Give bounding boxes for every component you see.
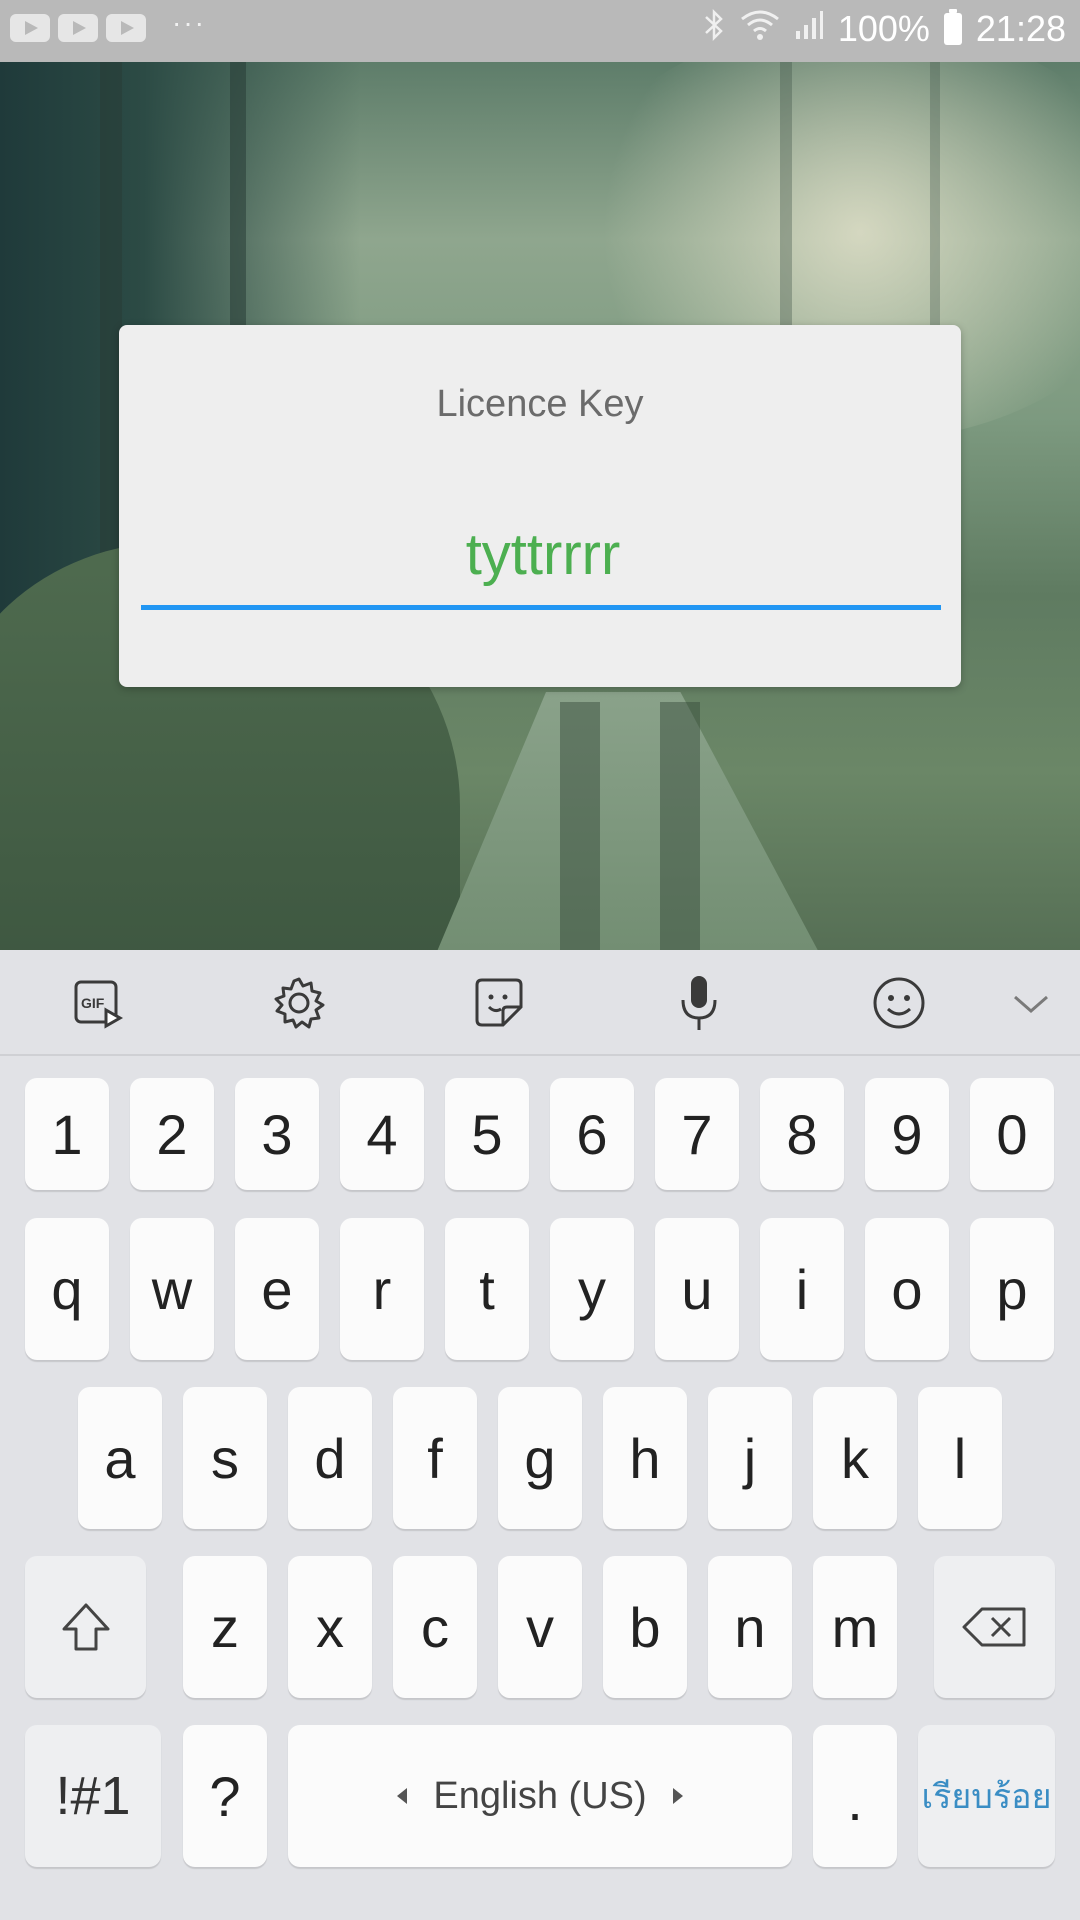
key-b[interactable]: b (603, 1556, 687, 1698)
shift-key[interactable] (25, 1556, 146, 1698)
key-l[interactable]: l (918, 1387, 1002, 1529)
key-v[interactable]: v (498, 1556, 582, 1698)
key-n[interactable]: n (708, 1556, 792, 1698)
language-next-icon (672, 1788, 683, 1804)
key-r[interactable]: r (340, 1218, 424, 1360)
clock: 21:28 (975, 8, 1066, 49)
road-track (660, 702, 700, 950)
key-q[interactable]: q (25, 1218, 109, 1360)
key-u[interactable]: u (655, 1218, 739, 1360)
period-label: . (847, 1769, 863, 1832)
question-mark-key[interactable]: ? (183, 1725, 267, 1867)
key-a[interactable]: a (78, 1387, 162, 1529)
key-o[interactable]: o (865, 1218, 949, 1360)
youtube-notification-icon (58, 14, 98, 42)
bluetooth-icon (702, 8, 726, 50)
space-key[interactable]: English (US) (288, 1725, 792, 1867)
shift-arrow-icon (62, 1603, 109, 1651)
key-k[interactable]: k (813, 1387, 897, 1529)
key-2[interactable]: 2 (130, 1078, 214, 1190)
key-s[interactable]: s (183, 1387, 267, 1529)
key-m[interactable]: m (813, 1556, 897, 1698)
key-i[interactable]: i (760, 1218, 844, 1360)
battery-icon (943, 9, 962, 45)
key-x[interactable]: x (288, 1556, 372, 1698)
key-j[interactable]: j (708, 1387, 792, 1529)
key-h[interactable]: h (603, 1387, 687, 1529)
key-e[interactable]: e (235, 1218, 319, 1360)
backspace-icon (962, 1607, 1025, 1647)
key-z[interactable]: z (183, 1556, 267, 1698)
chevron-down-icon[interactable] (1002, 974, 1060, 1032)
licence-key-field[interactable] (141, 520, 945, 610)
key-g[interactable]: g (498, 1387, 582, 1529)
key-p[interactable]: p (970, 1218, 1054, 1360)
keyboard-toolbar: GIF (0, 950, 1080, 1056)
road-track (560, 702, 600, 950)
signal-icon (794, 9, 824, 49)
key-d[interactable]: d (288, 1387, 372, 1529)
key-y[interactable]: y (550, 1218, 634, 1360)
battery-percent: 100% (837, 8, 930, 49)
settings-gear-icon[interactable] (270, 974, 328, 1032)
done-key[interactable]: เรียบร้อย (918, 1725, 1055, 1867)
soft-keyboard: GIF 1 2 3 4 5 6 7 8 9 0 q w e r t y u i … (0, 950, 1080, 1920)
key-t[interactable]: t (445, 1218, 529, 1360)
key-5[interactable]: 5 (445, 1078, 529, 1190)
key-3[interactable]: 3 (235, 1078, 319, 1190)
key-8[interactable]: 8 (760, 1078, 844, 1190)
key-1[interactable]: 1 (25, 1078, 109, 1190)
more-notifications-icon: ··· (172, 7, 206, 38)
youtube-notification-icon (10, 14, 50, 42)
emoji-icon[interactable] (870, 974, 928, 1032)
key-9[interactable]: 9 (865, 1078, 949, 1190)
status-bar: ··· 100% 21:28 (0, 0, 1080, 62)
key-f[interactable]: f (393, 1387, 477, 1529)
input-underline (141, 605, 941, 610)
language-prev-icon (397, 1788, 408, 1804)
status-icons: 100% 21:28 (702, 8, 1066, 50)
dirt-road (420, 692, 840, 950)
gif-icon[interactable]: GIF (70, 974, 128, 1032)
dialog-title: Licence Key (436, 383, 644, 425)
licence-key-input[interactable] (141, 520, 945, 589)
key-6[interactable]: 6 (550, 1078, 634, 1190)
sticker-icon[interactable] (470, 974, 528, 1032)
period-key[interactable]: . (813, 1725, 897, 1867)
key-c[interactable]: c (393, 1556, 477, 1698)
youtube-notification-icon (106, 14, 146, 42)
backspace-key[interactable] (934, 1556, 1055, 1698)
symbols-key[interactable]: !#1 (25, 1725, 161, 1867)
microphone-icon[interactable] (670, 974, 728, 1032)
licence-key-dialog: Licence Key (119, 325, 961, 687)
space-language-label: English (US) (433, 1774, 647, 1817)
key-7[interactable]: 7 (655, 1078, 739, 1190)
wifi-icon (740, 9, 780, 49)
key-4[interactable]: 4 (340, 1078, 424, 1190)
notification-icons: ··· (10, 7, 206, 42)
key-w[interactable]: w (130, 1218, 214, 1360)
svg-text:GIF: GIF (81, 995, 105, 1011)
key-0[interactable]: 0 (970, 1078, 1054, 1190)
